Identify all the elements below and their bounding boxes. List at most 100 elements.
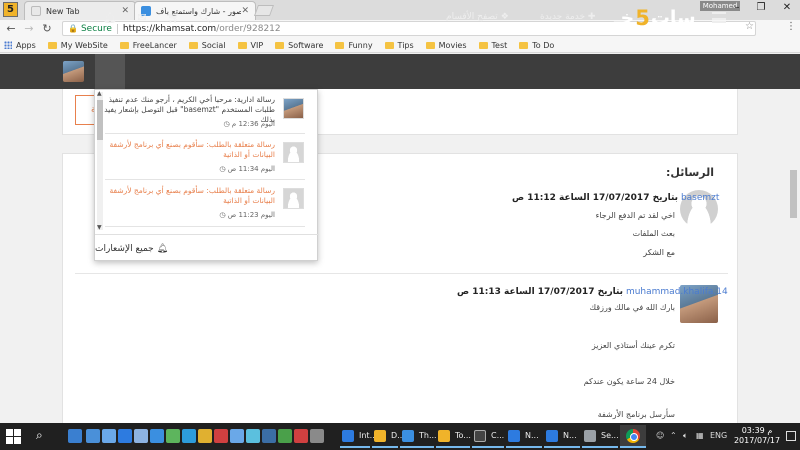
bookmark-label: To Do	[532, 40, 555, 50]
user-avatar[interactable]	[63, 61, 84, 82]
app-icon[interactable]	[310, 429, 324, 443]
app-icon[interactable]	[278, 429, 292, 443]
media-icon[interactable]	[150, 429, 164, 443]
bookmark-folder[interactable]: Social	[188, 41, 226, 50]
message-header: بتاريخ 17/07/2017 الساعة 11:12 ص basemzt	[512, 193, 719, 203]
taskbar-app-label: N...	[563, 431, 577, 440]
windows-start-icon[interactable]	[6, 429, 21, 444]
close-icon[interactable]	[214, 429, 228, 443]
clock-icon: ◷	[223, 120, 230, 128]
folder-icon	[438, 429, 450, 442]
envelope-icon[interactable]: ✉	[131, 8, 153, 28]
minimize-button[interactable]: –	[724, 0, 750, 18]
bookmark-folder[interactable]: Funny	[335, 41, 373, 50]
scroll-down-icon[interactable]: ▼	[97, 224, 102, 231]
taskbar-app[interactable]: N...	[544, 425, 580, 448]
close-window-button[interactable]: ✕	[774, 0, 800, 18]
app-icon[interactable]	[294, 429, 308, 443]
tools-icon[interactable]	[198, 429, 212, 443]
reload-icon[interactable]: ↻	[40, 21, 54, 37]
desktop-icon[interactable]	[86, 429, 100, 443]
message-date: بتاريخ 17/07/2017 الساعة 11:13 ص	[457, 287, 624, 297]
people-icon[interactable]: ☺	[656, 431, 664, 440]
notification-item[interactable]: رسالة ادارية: مرحبا أخي الكريم ، أرجو من…	[104, 95, 305, 135]
message-username[interactable]: muhammad.khalifa.14	[626, 287, 728, 297]
notification-avatar	[283, 98, 304, 119]
bookmark-folder[interactable]: Software	[275, 41, 323, 50]
app-icon[interactable]	[262, 429, 276, 443]
site-logo[interactable]: خـ 5 سات	[614, 5, 700, 31]
bookmark-folder[interactable]: My WebSite	[47, 41, 108, 50]
notification-item[interactable]: رسالة متعلقة بالطلب: سأقوم بصنع أي برنام…	[105, 140, 305, 180]
url-path: /order/928212	[216, 23, 281, 34]
nav-label: تصفح الأقسام	[446, 12, 498, 22]
forward-icon[interactable]: →	[22, 21, 36, 37]
app-icon[interactable]	[246, 429, 260, 443]
notification-text: رسالة متعلقة بالطلب: سأقوم بصنع أي برنام…	[109, 186, 276, 205]
taskbar-clock[interactable]: 03:39 م 2017/07/17	[732, 426, 782, 446]
cart-icon[interactable]: 🛒︎	[163, 8, 185, 28]
taskbar-app[interactable]: D...	[372, 425, 405, 448]
notifications-button[interactable]	[95, 54, 125, 89]
apps-grid-icon	[4, 41, 12, 49]
hamburger-menu-icon[interactable]	[712, 12, 726, 23]
folder-icon	[374, 429, 386, 442]
notification-item[interactable]: رسالة متعلقة بالطلب: سأقوم بصنع أي برنام…	[105, 186, 305, 226]
tab-label: New Tab	[46, 6, 80, 16]
message-username[interactable]: basemzt	[681, 193, 719, 203]
bookmark-folder[interactable]: To Do	[519, 41, 554, 50]
taskbar-app[interactable]: Th...	[400, 425, 437, 448]
close-icon[interactable]: ✕	[121, 6, 129, 16]
download-icon[interactable]	[118, 429, 132, 443]
browse-categories-link[interactable]: تصفح الأقسام ❖	[446, 12, 509, 22]
network-icon[interactable]	[134, 429, 148, 443]
message-text: بعث الملفات	[632, 229, 675, 238]
maximize-button[interactable]: ❐	[748, 0, 774, 18]
bookmark-apps[interactable]: Apps	[4, 41, 36, 50]
notification-divider	[105, 226, 305, 227]
bookmark-folder[interactable]: Tips	[384, 41, 414, 50]
folder-icon	[237, 41, 247, 49]
back-icon[interactable]: ←	[4, 21, 18, 37]
new-service-link[interactable]: خدمة جديدة ✚	[540, 12, 595, 22]
language-indicator[interactable]: ENG	[710, 431, 727, 440]
taskbar-app[interactable]: Se...	[582, 425, 619, 448]
folder-icon	[275, 41, 285, 49]
bookmark-folder[interactable]: Test	[478, 41, 507, 50]
search-icon[interactable]: ⌕	[36, 428, 43, 443]
task-view-icon[interactable]	[68, 429, 82, 443]
new-tab-button[interactable]	[253, 5, 275, 16]
computer-icon[interactable]	[102, 429, 116, 443]
chevron-up-icon[interactable]: ⌃	[670, 431, 677, 440]
bookmark-star-icon[interactable]: ☆	[745, 21, 754, 32]
clock-icon: ◷	[219, 165, 226, 173]
bookmark-folder[interactable]: Movies	[425, 41, 467, 50]
taskbar-app-label: N...	[525, 431, 539, 440]
page-scrollbar[interactable]	[790, 170, 797, 218]
notification-time-label: اليوم 12:36 م	[231, 120, 275, 128]
taskbar-app[interactable]: Int...	[340, 425, 377, 448]
taskbar-app[interactable]: N...	[506, 425, 542, 448]
bell-icon[interactable]: 🔔︎	[99, 8, 121, 28]
search-icon[interactable]: 🔍︎	[194, 8, 216, 28]
chrome-icon	[626, 429, 640, 443]
menu-icon[interactable]: ⋮	[786, 21, 796, 32]
close-icon[interactable]: ✕	[241, 6, 249, 16]
bookmark-folder[interactable]: FreeLancer	[119, 41, 177, 50]
khamsat-app-icon[interactable]: 5	[3, 2, 18, 17]
taskbar-chrome[interactable]	[620, 425, 646, 448]
volume-icon[interactable]: 🔈︎	[683, 431, 688, 441]
action-center-icon[interactable]	[786, 431, 796, 441]
taskbar-app[interactable]: To...	[436, 425, 471, 448]
message-text: بارك الله في مالك ورزقك	[589, 303, 675, 312]
notification-time: اليوم 11:34 ص ◷	[219, 165, 275, 173]
all-notifications-link[interactable]: 🔔︎ جميع الإشعارات	[95, 234, 319, 262]
globe-icon[interactable]	[166, 429, 180, 443]
bookmark-folder[interactable]: VIP	[237, 40, 264, 50]
network-icon[interactable]: ▦	[696, 431, 704, 440]
all-notifications-label: جميع الإشعارات	[95, 243, 154, 254]
bookmark-label: VIP	[250, 40, 264, 50]
settings-icon[interactable]	[182, 429, 196, 443]
taskbar-app[interactable]: C...	[472, 425, 504, 448]
app-icon[interactable]	[230, 429, 244, 443]
